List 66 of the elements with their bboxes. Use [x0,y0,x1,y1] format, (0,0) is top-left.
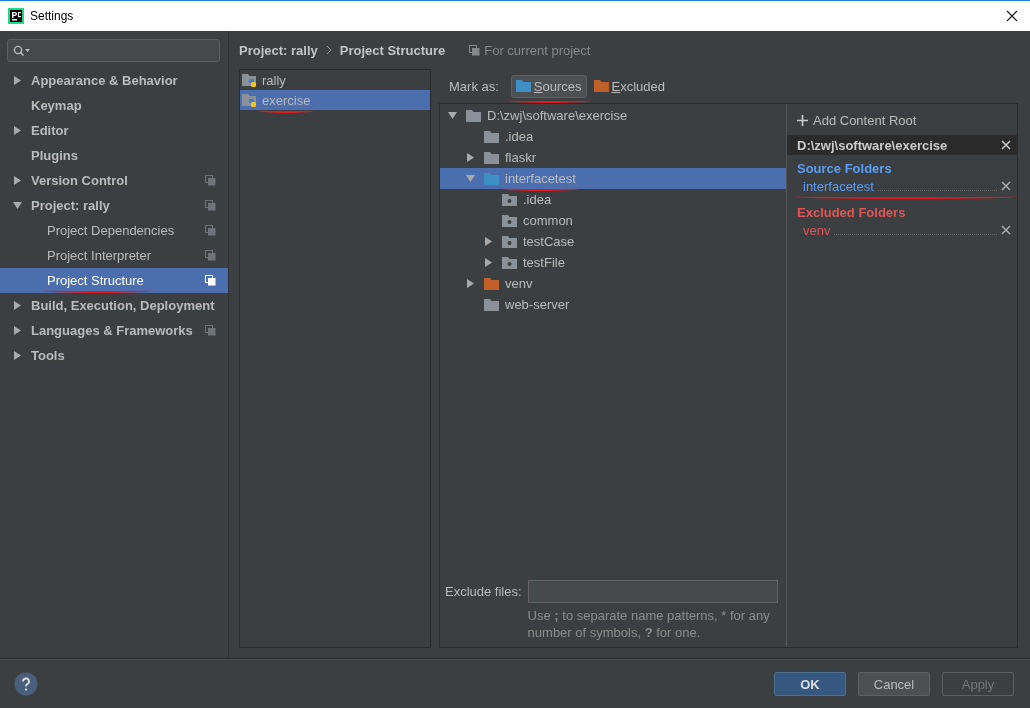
add-content-root-button[interactable]: Add Content Root [787,108,927,133]
remove-icon[interactable] [1001,225,1011,235]
sidebar-item[interactable]: Build, Execution, Deployment [0,293,228,318]
close-icon[interactable] [1006,10,1018,22]
tree-item[interactable]: D:\zwj\software\exercise [440,105,786,126]
expand-arrow-icon[interactable] [13,76,22,85]
app-logo-icon [8,8,24,24]
scope-note: For current project [484,42,591,58]
mark-button[interactable]: Excluded [588,74,671,98]
mark-as-label: Mark as: [449,78,499,94]
collapse-arrow-icon[interactable] [448,111,457,120]
remove-icon[interactable] [1001,181,1011,191]
collapse-arrow-icon[interactable] [13,201,22,210]
expand-arrow-icon[interactable] [13,351,22,360]
expand-arrow-icon[interactable] [466,279,475,288]
content-root-path: D:\zwj\software\exercise [797,137,948,153]
plus-icon [797,115,808,126]
tree-item[interactable]: common [440,210,786,231]
breadcrumb-item: Project Structure [339,42,446,58]
chevron-icon [325,45,332,55]
folder-icon [593,80,609,92]
exclude-files-hint: Use ; to separate name patterns, * for any number of symbols, ? for one. [527,607,771,641]
tree-item[interactable]: testFile [440,252,786,273]
sidebar-item[interactable]: Version Control [0,168,228,193]
sidebar-item[interactable]: Appearance & Behavior [0,68,228,93]
dialog-button[interactable]: OK [774,672,846,696]
expand-arrow-icon[interactable] [484,258,493,267]
folder-icon [515,80,531,92]
window-title: Settings [30,9,75,23]
mark-button[interactable]: Sources [510,74,587,98]
sidebar-item[interactable]: Keymap [0,93,228,118]
tree-item[interactable]: testCase [440,231,786,252]
tree-item[interactable]: .idea [440,189,786,210]
section-title: Excluded Folders [796,204,907,221]
copy-icon [469,44,481,56]
sidebar-item[interactable]: Languages & Frameworks [0,318,228,343]
sidebar-item[interactable]: Project Interpreter [0,243,228,268]
dialog-button[interactable]: Cancel [858,672,930,696]
tree-item[interactable]: flaskr [440,147,786,168]
help-icon[interactable] [14,672,38,696]
expand-arrow-icon[interactable] [466,153,475,162]
search-field[interactable] [7,39,220,62]
folder-entry: interfacetest [803,178,874,194]
expand-arrow-icon[interactable] [13,176,22,185]
folder-entry: venv [803,222,831,238]
sidebar-item[interactable]: Tools [0,343,228,368]
sidebar-item[interactable]: Project Dependencies [0,218,228,243]
search-icon [13,44,31,57]
section-title: Source Folders [796,160,893,177]
module-item[interactable]: rally [240,70,430,90]
sidebar-item[interactable]: Project: rally [0,193,228,218]
tree-item[interactable]: web-server [440,294,786,315]
expand-arrow-icon[interactable] [13,301,22,310]
tree-item[interactable]: .idea [440,126,786,147]
breadcrumb-item: Project: rally [239,42,318,58]
expand-arrow-icon[interactable] [484,237,493,246]
sidebar-item[interactable]: Project Structure [0,268,228,293]
expand-arrow-icon[interactable] [13,126,22,135]
sidebar-item[interactable]: Editor [0,118,228,143]
tree-item[interactable]: venv [440,273,786,294]
python-folder-icon [242,72,258,88]
python-folder-icon [242,92,258,108]
exclude-files-label: Exclude files: [445,583,522,601]
sidebar-item[interactable]: Plugins [0,143,228,168]
expand-arrow-icon[interactable] [13,326,22,335]
exclude-files-field[interactable] [527,580,778,603]
